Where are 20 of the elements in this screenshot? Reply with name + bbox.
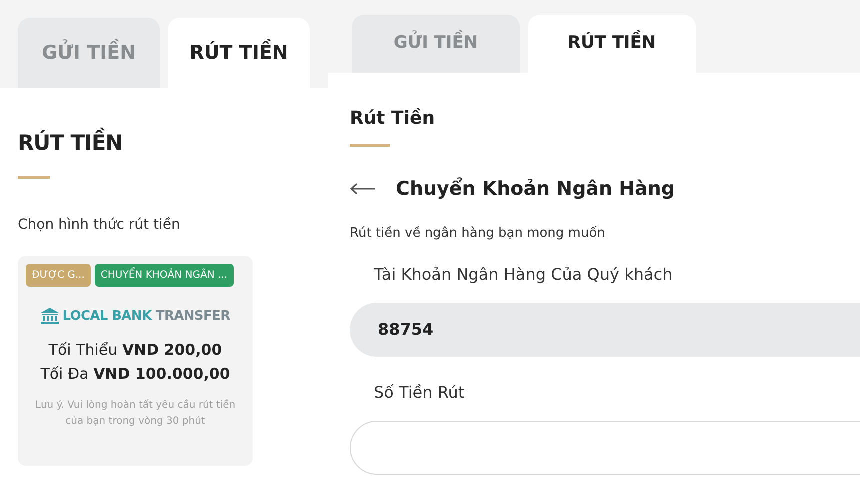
input-field[interactable]: 88754: [350, 303, 860, 357]
input-field[interactable]: [350, 421, 860, 475]
bank-icon: [40, 308, 59, 324]
field-label: Tài Khoản Ngân Hàng Của Quý khách: [373, 264, 674, 286]
section-heading: RÚT TIỀN: [18, 128, 310, 160]
method-tag: ĐƯỢC G...: [26, 264, 91, 286]
back-arrow-icon[interactable]: [350, 183, 376, 196]
method-card[interactable]: ĐƯỢC G... CHUYỂN KHOẢN NGÂN ... LOCAL BANK TRANSFER Tối Thiểu VND 200,00 Tối Đa VND 100.000,00 Lưu ý. Vui lòng hoàn tất yêu cầu rút tiền của bạn trong vòng 30 phút: [18, 256, 253, 466]
method-tag: CHUYỂN KHOẢN NGÂN ...: [94, 264, 234, 286]
note-text: Lưu ý. Vui lòng hoàn tất yêu cầu rút tiền của bạn trong vòng 30 phút: [34, 398, 237, 429]
field-label: Số Tiền Rút: [373, 382, 466, 404]
tab[interactable]: RÚT TIỀN: [528, 15, 696, 73]
bank-logo-text: LOCAL BANK TRANSFER: [62, 308, 230, 326]
instruction-text: Chọn hình thức rút tiền: [18, 216, 182, 234]
method-title: Chuyển Khoản Ngân Hàng: [396, 176, 675, 202]
limit-text: Tối Thiểu VND 200,00: [48, 340, 222, 361]
tab[interactable]: RÚT TIỀN: [168, 18, 310, 88]
subtitle-text: Rút tiền về ngân hàng bạn mong muốn: [350, 224, 606, 242]
section-heading: Rút Tiền: [350, 107, 436, 131]
limit-text: Tối Đa VND 100.000,00: [40, 364, 230, 385]
